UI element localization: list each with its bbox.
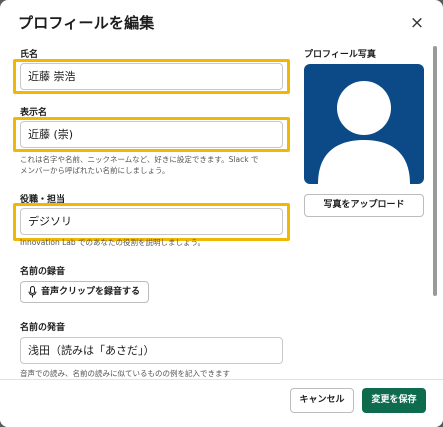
upload-photo-button[interactable]: 写真をアップロード: [304, 194, 424, 217]
full-name-input[interactable]: 近藤 崇浩: [20, 63, 283, 90]
name-recording-label: 名前の録音: [20, 267, 66, 277]
display-name-help-line1: これは名字や名前、ニックネームなど、好きに設定できます。Slack で: [20, 155, 259, 164]
edit-profile-modal: プロフィールを編集 × 氏名 近藤 崇浩 表示名 近藤 (崇) これは名字や名前…: [0, 0, 443, 427]
scrollbar-thumb[interactable]: [433, 46, 437, 296]
display-name-label: 表示名: [20, 108, 48, 118]
title-role-help: Innovation Lab でのあなたの役割を説明しましょう。: [20, 238, 206, 247]
avatar-silhouette-icon: [318, 81, 410, 184]
record-audio-button[interactable]: 音声クリップを録音する: [20, 281, 149, 303]
full-name-label: 氏名: [20, 50, 39, 60]
avatar: [304, 64, 424, 184]
save-changes-button[interactable]: 変更を保存: [362, 388, 426, 413]
modal-header: プロフィールを編集 ×: [0, 0, 443, 44]
microphone-icon: [28, 286, 37, 298]
close-icon[interactable]: ×: [408, 14, 426, 32]
name-pronunciation-label: 名前の発音: [20, 323, 66, 333]
cancel-button[interactable]: キャンセル: [290, 388, 354, 413]
name-pronunciation-input[interactable]: 浅田（読みは「あさだ」）: [20, 337, 283, 364]
name-pronunciation-help: 音声での読み、名前の読みに似ているものの例を記入できます: [20, 369, 230, 378]
modal-footer: キャンセル 変更を保存: [0, 379, 443, 427]
modal-title: プロフィールを編集: [18, 14, 155, 32]
title-role-input[interactable]: デジソリ: [20, 208, 283, 235]
display-name-help-line2: メンバーから呼ばれたい名前にしましょう。: [20, 166, 170, 175]
title-role-label: 役職・担当: [20, 195, 66, 205]
profile-photo-label: プロフィール写真: [304, 50, 376, 60]
record-audio-label: 音声クリップを録音する: [41, 287, 141, 297]
display-name-input[interactable]: 近藤 (崇): [20, 121, 283, 148]
